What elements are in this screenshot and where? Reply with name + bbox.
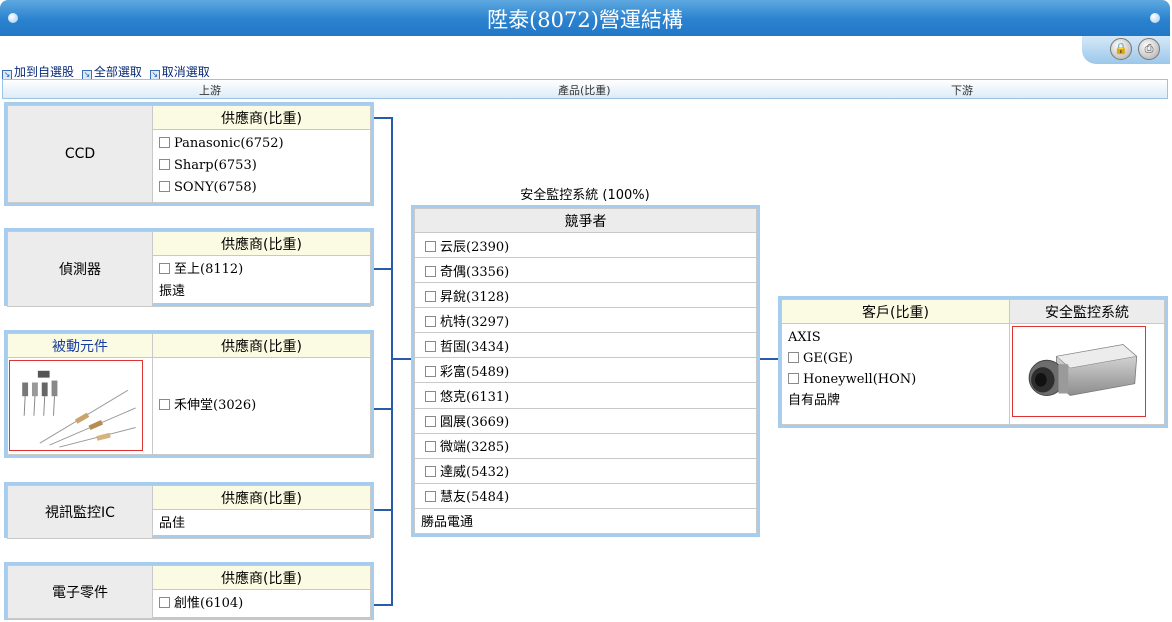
customer-item[interactable]: Honeywell(HON) bbox=[788, 369, 1003, 390]
connector-line bbox=[374, 117, 392, 119]
competitor-item[interactable]: 杭特(3297) bbox=[414, 307, 757, 334]
supplier-list: 創惟(6104) bbox=[152, 589, 371, 619]
competitor-item[interactable]: 彩富(5489) bbox=[414, 357, 757, 384]
checkbox[interactable] bbox=[159, 597, 170, 608]
supplier-list: Panasonic(6752) Sharp(6753) SONY(6758) bbox=[152, 129, 371, 203]
lock-icon[interactable]: 🔒 bbox=[1110, 38, 1132, 60]
upstream-label: 視訊監控IC bbox=[7, 485, 153, 539]
competitor-item[interactable]: 微端(3285) bbox=[414, 432, 757, 459]
supplier-item[interactable]: 禾伸堂(3026) bbox=[159, 395, 364, 417]
upstream-box-passive: 被動元件 供應商(比重) 禾伸堂(3026) bbox=[4, 330, 374, 458]
upstream-box-video-ic: 視訊監控IC 供應商(比重) 品佳 bbox=[4, 482, 374, 539]
supplier-plain: 品佳 bbox=[159, 516, 186, 531]
supplier-list: 禾伸堂(3026) bbox=[152, 357, 371, 455]
deselect-link[interactable]: ↘ 取消選取 bbox=[149, 65, 210, 80]
connector-line bbox=[374, 604, 392, 606]
checkbox[interactable] bbox=[788, 352, 799, 363]
supplier-list: 品佳 bbox=[152, 509, 371, 539]
upstream-box-detector: 偵測器 供應商(比重) 至上(8112) 振遠 bbox=[4, 228, 374, 307]
title-bar-dot-icon bbox=[1150, 13, 1160, 23]
upstream-label: CCD bbox=[7, 105, 153, 203]
checkbox[interactable] bbox=[425, 365, 436, 377]
product-title: 安全監控系統 (100%) bbox=[520, 188, 650, 203]
checkbox[interactable] bbox=[425, 265, 436, 277]
connector-line bbox=[374, 509, 392, 511]
action-links: ↘ 加到自選股 ↘ 全部選取 ↘ 取消選取 bbox=[2, 63, 214, 80]
competitor-item[interactable]: 哲固(3434) bbox=[414, 332, 757, 359]
competitor-item[interactable]: 云辰(2390) bbox=[414, 232, 757, 259]
customer-plain: 自有品牌 bbox=[788, 393, 841, 408]
supplier-header: 供應商(比重) bbox=[152, 231, 371, 256]
print-icon[interactable]: ⎙ bbox=[1138, 38, 1160, 60]
checkbox[interactable] bbox=[788, 373, 799, 384]
competitor-item[interactable]: 慧友(5484) bbox=[414, 482, 757, 509]
checkbox[interactable] bbox=[159, 181, 170, 192]
supplier-header: 供應商(比重) bbox=[152, 333, 371, 358]
security-camera-image bbox=[1012, 326, 1146, 417]
checkbox[interactable] bbox=[425, 340, 436, 352]
checkbox[interactable] bbox=[425, 466, 436, 478]
checkbox[interactable] bbox=[425, 441, 436, 453]
competitor-box: 競爭者 云辰(2390) 奇偶(3356) 昇銳(3128) 杭特(3297) … bbox=[411, 205, 760, 537]
select-all-link[interactable]: ↘ 全部選取 bbox=[81, 65, 142, 80]
checkbox[interactable] bbox=[425, 315, 436, 327]
column-upstream: 上游 bbox=[199, 84, 221, 97]
competitor-item[interactable]: 達威(5432) bbox=[414, 457, 757, 484]
checkbox[interactable] bbox=[425, 416, 436, 428]
page-title: 陞泰(8072)營運結構 bbox=[487, 8, 683, 32]
customer-list: AXIS GE(GE) Honeywell(HON) 自有品牌 bbox=[781, 323, 1010, 425]
product-image-cell bbox=[7, 357, 153, 455]
upstream-label: 偵測器 bbox=[7, 231, 153, 307]
supplier-item[interactable]: 至上(8112) bbox=[159, 259, 364, 281]
checkbox[interactable] bbox=[425, 390, 436, 402]
competitor-item[interactable]: 奇偶(3356) bbox=[414, 257, 757, 284]
checkbox[interactable] bbox=[159, 159, 170, 170]
downstream-image-cell bbox=[1009, 323, 1165, 425]
upstream-box-ccd: CCD 供應商(比重) Panasonic(6752) Sharp(6753) … bbox=[4, 102, 374, 206]
checkbox[interactable] bbox=[425, 240, 436, 252]
customer-header: 客戶(比重) bbox=[781, 299, 1010, 324]
downstream-image-header: 安全監控系統 bbox=[1009, 299, 1165, 324]
checkbox[interactable] bbox=[425, 491, 436, 503]
connector-trunk bbox=[391, 117, 393, 606]
connector-line bbox=[391, 358, 413, 360]
upstream-box-electronic: 電子零件 供應商(比重) 創惟(6104) bbox=[4, 562, 374, 620]
connector-line bbox=[759, 358, 780, 360]
upstream-label: 電子零件 bbox=[7, 565, 153, 619]
add-to-watchlist-link[interactable]: ↘ 加到自選股 bbox=[2, 65, 74, 80]
supplier-header: 供應商(比重) bbox=[152, 485, 371, 510]
supplier-plain: 振遠 bbox=[159, 284, 186, 299]
connector-line bbox=[374, 268, 392, 270]
supplier-header: 供應商(比重) bbox=[152, 105, 371, 130]
column-downstream: 下游 bbox=[951, 84, 973, 97]
checkbox[interactable] bbox=[159, 399, 170, 410]
supplier-item[interactable]: Sharp(6753) bbox=[159, 155, 364, 177]
competitor-item[interactable]: 圓展(3669) bbox=[414, 407, 757, 434]
customer-item[interactable]: GE(GE) bbox=[788, 348, 1003, 369]
competitor-item[interactable]: 昇銳(3128) bbox=[414, 282, 757, 309]
downstream-box: 客戶(比重) 安全監控系統 AXIS GE(GE) Honeywell(HON)… bbox=[778, 296, 1168, 428]
supplier-item[interactable]: Panasonic(6752) bbox=[159, 133, 364, 155]
column-product: 產品(比重) bbox=[558, 84, 611, 97]
supplier-item[interactable]: 創惟(6104) bbox=[159, 593, 364, 615]
toolbar: 🔒 ⎙ bbox=[1082, 36, 1170, 64]
upstream-label-link[interactable]: 被動元件 bbox=[7, 333, 153, 358]
checkbox[interactable] bbox=[425, 290, 436, 302]
competitor-header: 競爭者 bbox=[414, 207, 757, 234]
checkbox[interactable] bbox=[159, 137, 170, 148]
customer-plain: AXIS bbox=[788, 330, 821, 345]
competitor-item[interactable]: 悠克(6131) bbox=[414, 382, 757, 409]
supplier-list: 至上(8112) 振遠 bbox=[152, 255, 371, 307]
title-bar: 陞泰(8072)營運結構 bbox=[0, 0, 1170, 36]
supplier-header: 供應商(比重) bbox=[152, 565, 371, 590]
competitor-plain: 勝品電通 bbox=[414, 507, 757, 535]
checkbox[interactable] bbox=[159, 263, 170, 274]
passive-components-image bbox=[9, 360, 143, 451]
column-headers: 上游 產品(比重) 下游 bbox=[2, 79, 1168, 99]
supplier-item[interactable]: SONY(6758) bbox=[159, 177, 364, 199]
connector-line bbox=[374, 408, 392, 410]
